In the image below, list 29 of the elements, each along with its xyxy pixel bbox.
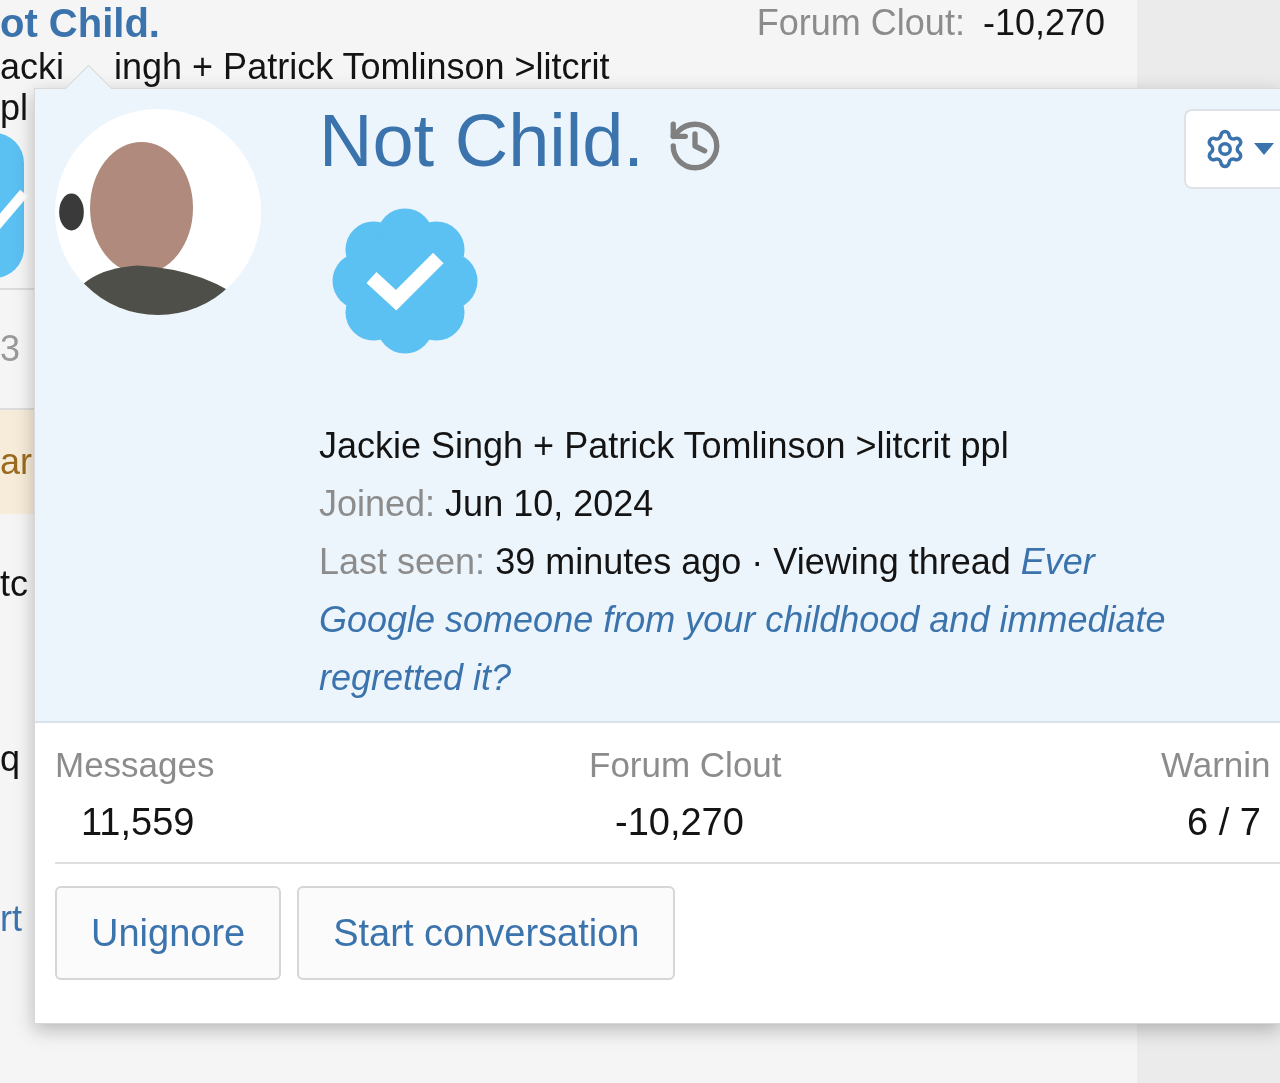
thread-link[interactable]: regretted it? (319, 657, 512, 698)
last-seen-text: 39 minutes ago · Viewing thread (495, 541, 1011, 582)
username: Not Child. (319, 109, 644, 171)
last-seen-label: Last seen: (319, 541, 486, 582)
text-fragment: pl (0, 88, 30, 128)
thread-link[interactable]: Google someone from your childhood and immediate (319, 599, 1166, 640)
stat-value: 6 / 7 (1186, 801, 1262, 844)
user-title-fragment: ingh + Patrick Tomlinson >litcrit (114, 46, 610, 88)
stat-label: Forum Clout (589, 745, 783, 785)
conversation-button[interactable]: Start conversation (297, 886, 676, 980)
clout-label: Forum Clout: (756, 2, 965, 44)
username-link[interactable]: ot Child. (0, 0, 160, 46)
joined-date: Jun 10, 2024 (445, 483, 654, 524)
text-fragment: q (0, 737, 22, 781)
stat-label: Warnin (1161, 745, 1272, 785)
text-link[interactable]: rt (0, 864, 34, 974)
stat-value: -10,270 (614, 801, 745, 844)
caret-icon (1254, 143, 1274, 155)
stat-label: Messages (55, 745, 216, 785)
user-title: Jackie Singh + Patrick Tomlinson >litcrit ppl (319, 424, 1010, 468)
text-fragment: ar (0, 410, 34, 514)
thread-link[interactable]: Ever (1020, 541, 1095, 582)
unignore-button[interactable]: Unignore (55, 886, 282, 980)
clout-value: -10,270 (982, 2, 1105, 44)
user-title-fragment: acki (0, 46, 65, 88)
joined-label: Joined: (319, 483, 436, 524)
text-fragment: tc (0, 562, 29, 606)
stat-value: 11,559 (80, 801, 196, 844)
settings-button[interactable] (1184, 109, 1280, 189)
